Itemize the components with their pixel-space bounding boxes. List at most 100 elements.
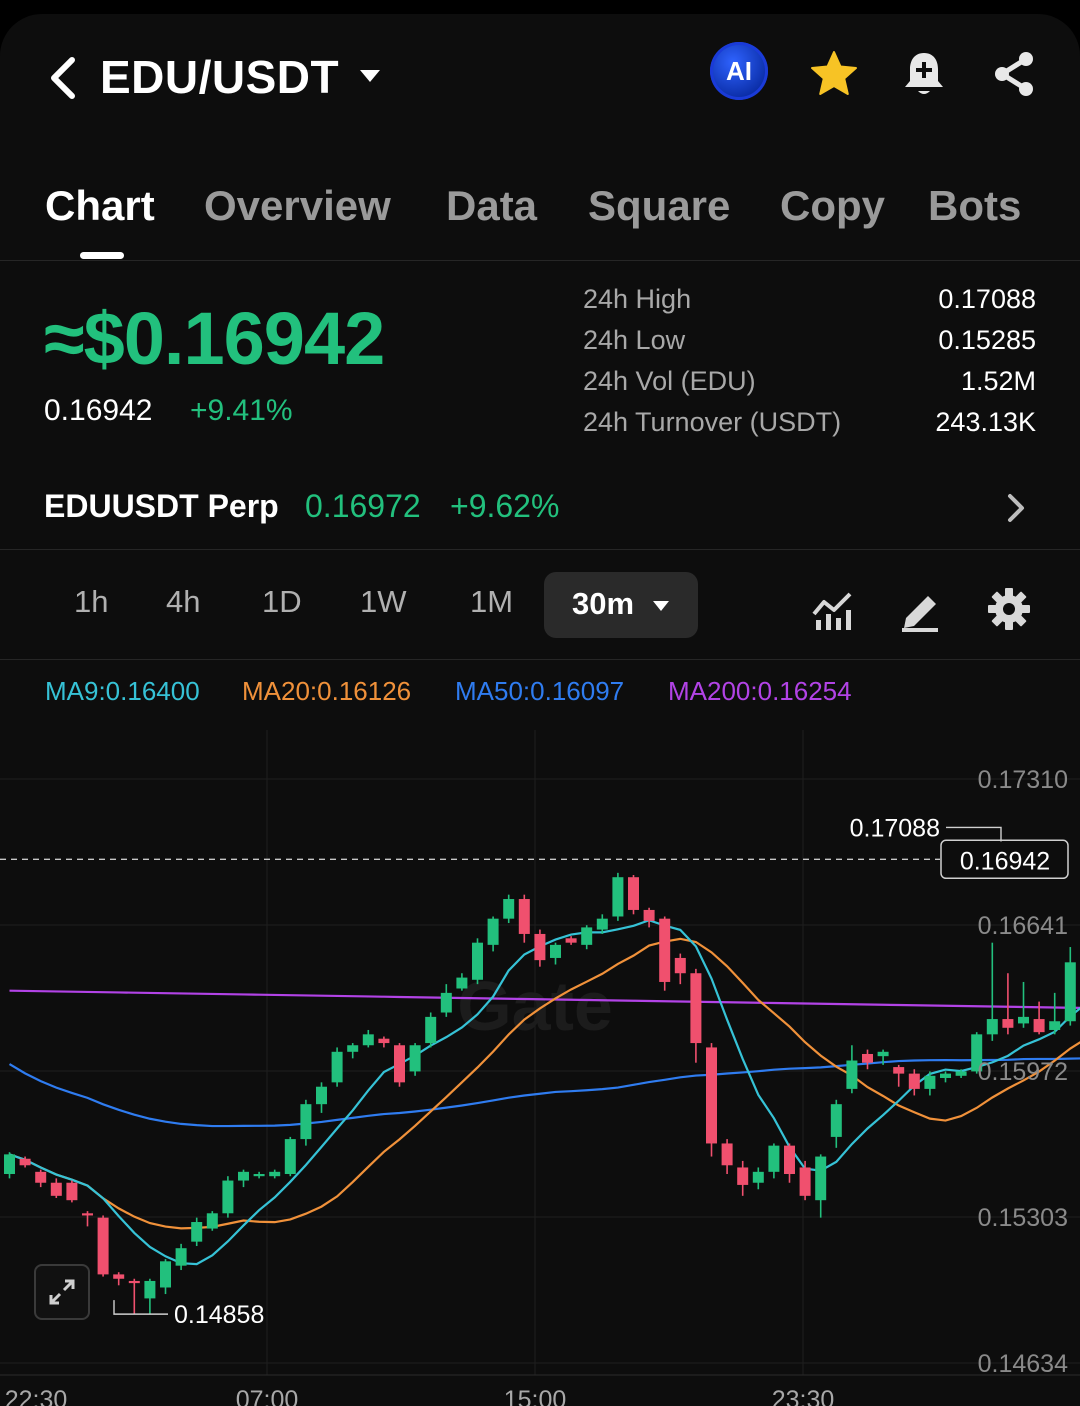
- tab-data[interactable]: Data: [446, 182, 537, 230]
- stat-24h-low-label: 24h Low: [583, 325, 686, 355]
- candle-body: [752, 1171, 764, 1183]
- x-tick-label: 23:30: [772, 1386, 835, 1406]
- candle-body: [737, 1167, 749, 1185]
- high-marker-label: 0.17088: [850, 814, 940, 842]
- candle-body: [19, 1158, 31, 1166]
- candle-body: [97, 1217, 109, 1275]
- high-marker-line: [946, 826, 1002, 842]
- stat-24h-vol-value: 1.52M: [960, 366, 1036, 396]
- candle-body: [378, 1038, 390, 1044]
- candle-body: [331, 1051, 343, 1083]
- tab-bots[interactable]: Bots: [928, 182, 1021, 230]
- ma50-line: [8, 1057, 1080, 1128]
- candle-body: [550, 944, 561, 958]
- tab-chart[interactable]: Chart: [45, 182, 155, 230]
- candle-body: [862, 1053, 873, 1063]
- tab-overview[interactable]: Overview: [204, 182, 391, 230]
- chevron-right-icon[interactable]: [1004, 492, 1028, 524]
- fullscreen-expand-icon[interactable]: [34, 1264, 90, 1320]
- interval-1m[interactable]: 1M: [470, 584, 513, 620]
- ai-assistant-button[interactable]: AI: [710, 42, 768, 100]
- candle-body: [768, 1145, 780, 1172]
- candle-body: [612, 877, 624, 917]
- candle-body: [66, 1182, 78, 1201]
- candle-body: [628, 877, 639, 910]
- candle-body: [877, 1051, 889, 1057]
- candle-body: [316, 1086, 327, 1105]
- x-tick-label: 22:30: [5, 1386, 68, 1406]
- interval-4h[interactable]: 4h: [166, 584, 200, 620]
- price-alert-bell-icon[interactable]: [894, 44, 954, 104]
- candle-body: [456, 977, 468, 989]
- y-tick-label: 0.15303: [978, 1204, 1068, 1232]
- low-marker-label: 0.14858: [174, 1301, 264, 1329]
- candle-body: [596, 918, 608, 930]
- interval-1w[interactable]: 1W: [360, 584, 407, 620]
- candle-body: [643, 909, 655, 921]
- candle-body: [565, 938, 577, 943]
- perp-contract-name[interactable]: EDUUSDT Perp: [44, 488, 279, 525]
- candle-body: [440, 992, 452, 1013]
- candle-body: [269, 1171, 281, 1177]
- candle-body: [846, 1060, 858, 1089]
- stat-24h-vol-label: 24h Vol (EDU): [583, 366, 756, 396]
- candle-body: [674, 957, 686, 974]
- interval-1d[interactable]: 1D: [262, 584, 302, 620]
- current-price-label: 0.16942: [960, 847, 1050, 875]
- candle-body: [347, 1045, 359, 1052]
- perp-price: 0.16972: [305, 488, 421, 524]
- candle-body: [35, 1171, 47, 1183]
- pair-dropdown-caret-icon[interactable]: [358, 68, 382, 84]
- back-arrow-icon[interactable]: [44, 54, 84, 102]
- candle-body: [394, 1045, 405, 1083]
- candle-body: [830, 1104, 842, 1137]
- candle-body: [721, 1143, 733, 1166]
- current-price-usd: ≈$0.16942: [44, 297, 385, 380]
- candle-body: [1033, 1019, 1045, 1033]
- candle-body: [113, 1274, 125, 1279]
- y-tick-label: 0.16641: [978, 912, 1068, 940]
- stat-24h-turnover-label: 24h Turnover (USDT): [583, 407, 842, 437]
- candle-body: [1002, 1019, 1014, 1028]
- tab-copy[interactable]: Copy: [780, 182, 885, 230]
- candle-body: [160, 1261, 171, 1288]
- favorite-star-icon[interactable]: [804, 44, 864, 104]
- share-icon[interactable]: [984, 44, 1044, 104]
- candle-body: [908, 1073, 920, 1089]
- candle-body: [425, 1016, 437, 1044]
- ma50-legend: MA50:0.16097: [455, 676, 625, 706]
- tab-square[interactable]: Square: [588, 182, 730, 230]
- candle-body: [487, 918, 499, 945]
- candle-body: [206, 1213, 218, 1229]
- candlestick-chart[interactable]: Gate0.169420.170880.148580.173100.166410…: [0, 730, 1080, 1406]
- stat-24h-turnover-value: 243.13K: [935, 407, 1036, 437]
- candle-body: [955, 1071, 967, 1076]
- draw-tool-pencil-icon[interactable]: [898, 586, 944, 632]
- interval-1h[interactable]: 1h: [74, 584, 108, 620]
- candle-body: [799, 1167, 811, 1196]
- candle-body: [300, 1104, 312, 1140]
- candle-body: [4, 1154, 15, 1175]
- candle-body: [50, 1182, 62, 1196]
- ma9-legend: MA9:0.16400: [45, 676, 200, 706]
- chart-settings-gear-icon[interactable]: [986, 586, 1032, 632]
- last-price: 0.16942: [44, 394, 153, 427]
- low-marker-line: [113, 1300, 168, 1315]
- candle-body: [238, 1171, 249, 1181]
- stat-24h-high-value: 0.17088: [938, 284, 1036, 314]
- y-tick-label: 0.14634: [978, 1350, 1068, 1378]
- candle-body: [175, 1248, 187, 1266]
- candle-body: [284, 1139, 296, 1175]
- ma200-legend: MA200:0.16254: [668, 676, 852, 706]
- candle-body: [503, 899, 515, 919]
- candle-body: [690, 973, 702, 1044]
- candle-body: [253, 1174, 265, 1177]
- candle-body: [893, 1067, 905, 1074]
- selected-interval[interactable]: 30m: [572, 586, 634, 622]
- pair-title[interactable]: EDU/USDT: [100, 50, 339, 104]
- candle-body: [82, 1213, 93, 1216]
- candle-body: [128, 1280, 140, 1284]
- app-screen: EDU/USDT AI Chart Overview Data Square C…: [0, 14, 1080, 1406]
- interval-dropdown-caret-icon[interactable]: [652, 600, 670, 612]
- indicators-icon[interactable]: [810, 586, 856, 632]
